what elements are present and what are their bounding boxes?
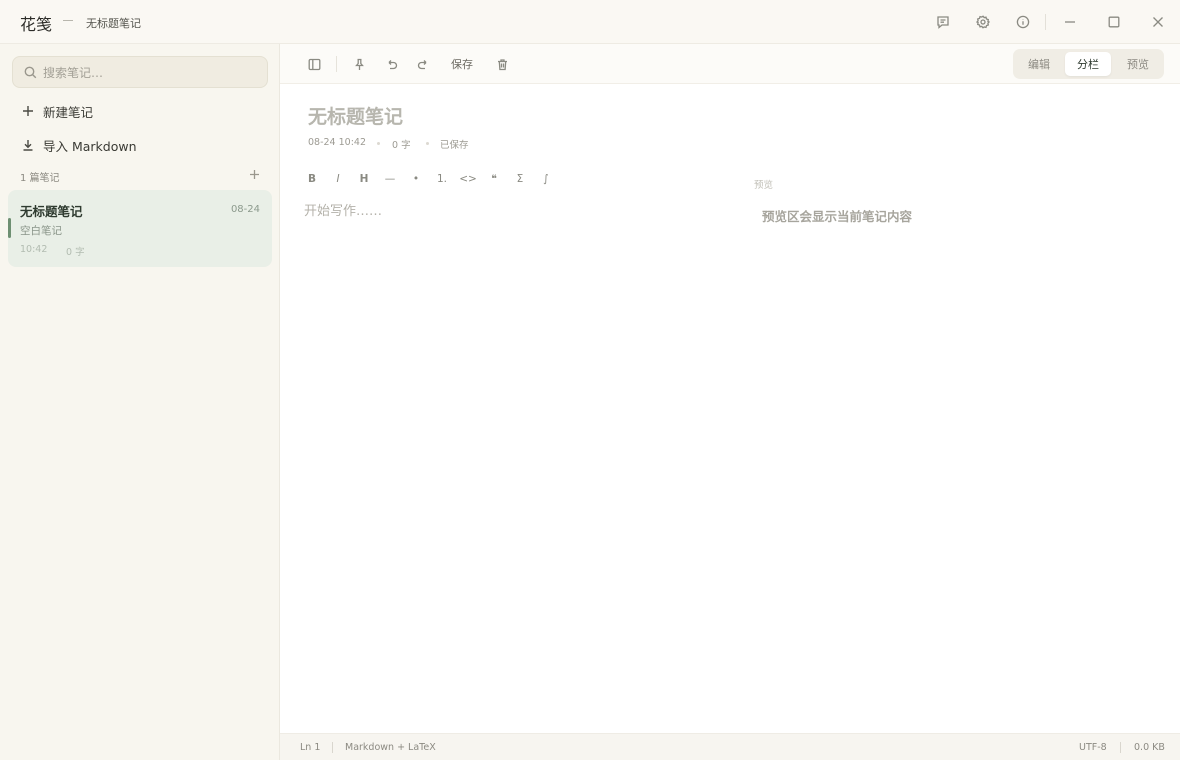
app-name: 花笺 [20, 15, 53, 34]
note-title-input[interactable]: 无标题笔记 [308, 102, 403, 129]
status-divider [1120, 742, 1121, 753]
title-separator [63, 20, 73, 21]
new-note-button[interactable]: 新建笔记 [20, 100, 93, 122]
import-markdown-button[interactable]: 导入 Markdown [20, 134, 137, 156]
note-item-date: 08-24 [230, 204, 260, 215]
plus-icon [20, 103, 36, 119]
meta-separator [426, 142, 429, 145]
note-word-count: 0 字 [392, 140, 411, 151]
status-bar: Ln 1 Markdown + LaTeX UTF-8 0.0 KB [280, 733, 1180, 760]
info-icon[interactable] [1013, 12, 1033, 32]
main-panel: 保存 编辑 分栏 预览 无标题笔记 08-24 10:42 0 字 已保存 B … [280, 44, 1180, 760]
mode-split-button[interactable]: 分栏 [1065, 52, 1111, 76]
save-button-label: 保存 [451, 58, 473, 71]
gear-icon[interactable] [973, 12, 993, 32]
integral-button[interactable]: ∫ [536, 171, 556, 187]
editor-area[interactable]: 开始写作…… [304, 200, 382, 219]
save-status: 已保存 [440, 140, 469, 151]
undo-icon[interactable] [381, 54, 401, 74]
bullet-list-button[interactable]: • [406, 171, 426, 187]
download-icon [20, 137, 36, 153]
divider-button[interactable]: — [380, 171, 400, 187]
titlebar-divider [1045, 14, 1046, 30]
note-datetime: 08-24 10:42 [308, 137, 367, 148]
mode-preview-button[interactable]: 预览 [1115, 52, 1161, 76]
note-item-preview: 空白笔记 [20, 225, 62, 237]
heading-button[interactable]: H [354, 171, 374, 187]
search-box[interactable] [12, 56, 268, 88]
app-window: 花笺 无标题笔记 新建笔记 [0, 0, 1180, 760]
trash-icon[interactable] [492, 54, 512, 74]
editor-toolbar: 保存 编辑 分栏 预览 [280, 44, 1180, 84]
note-item-words: 0 字 [66, 247, 85, 258]
mode-edit-button[interactable]: 编辑 [1016, 52, 1062, 76]
redo-icon[interactable] [413, 54, 433, 74]
sidebar: 新建笔记 导入 Markdown 1 篇笔记 无标题笔记 08-24 空白笔记 … [0, 44, 280, 760]
math-sum-button[interactable]: Σ [510, 171, 530, 187]
ordered-list-button[interactable]: 1. [432, 171, 452, 187]
italic-button[interactable]: I [328, 171, 348, 187]
view-mode-switch: 编辑 分栏 预览 [1013, 49, 1164, 79]
window-doc-title: 无标题笔记 [86, 17, 141, 30]
maximize-icon[interactable] [1104, 12, 1124, 32]
preview-empty-text: 预览区会显示当前笔记内容 [762, 209, 913, 224]
import-markdown-label: 导入 Markdown [43, 138, 137, 154]
status-line: Ln 1 [300, 742, 321, 753]
status-divider [332, 742, 333, 753]
status-encoding: UTF-8 [1079, 742, 1107, 753]
quote-button[interactable]: ❝ [484, 171, 504, 187]
titlebar: 花笺 无标题笔记 [0, 0, 1180, 44]
meta-separator [377, 142, 380, 145]
bold-button[interactable]: B [302, 171, 322, 187]
note-list-item[interactable]: 无标题笔记 08-24 空白笔记 10:42 0 字 [8, 190, 272, 267]
save-button[interactable]: 保存 [448, 54, 476, 74]
status-size: 0.0 KB [1134, 742, 1165, 753]
close-icon[interactable] [1148, 12, 1168, 32]
notes-count: 1 篇笔记 [20, 173, 60, 184]
add-note-button[interactable] [246, 166, 262, 182]
note-item-title: 无标题笔记 [20, 204, 83, 219]
search-icon [24, 66, 37, 79]
note-item-time: 10:42 [20, 244, 48, 255]
search-input[interactable] [43, 63, 261, 83]
feedback-icon[interactable] [933, 12, 953, 32]
code-button[interactable]: <> [458, 171, 478, 187]
toolbar-divider [336, 56, 337, 72]
plus-icon [249, 169, 259, 179]
pin-icon[interactable] [349, 54, 369, 74]
status-mode: Markdown + LaTeX [345, 742, 436, 753]
sidebar-toggle-icon[interactable] [304, 54, 324, 74]
minimize-icon[interactable] [1060, 12, 1080, 32]
preview-label: 预览 [754, 180, 774, 191]
selected-indicator [8, 218, 11, 238]
new-note-label: 新建笔记 [43, 104, 94, 120]
